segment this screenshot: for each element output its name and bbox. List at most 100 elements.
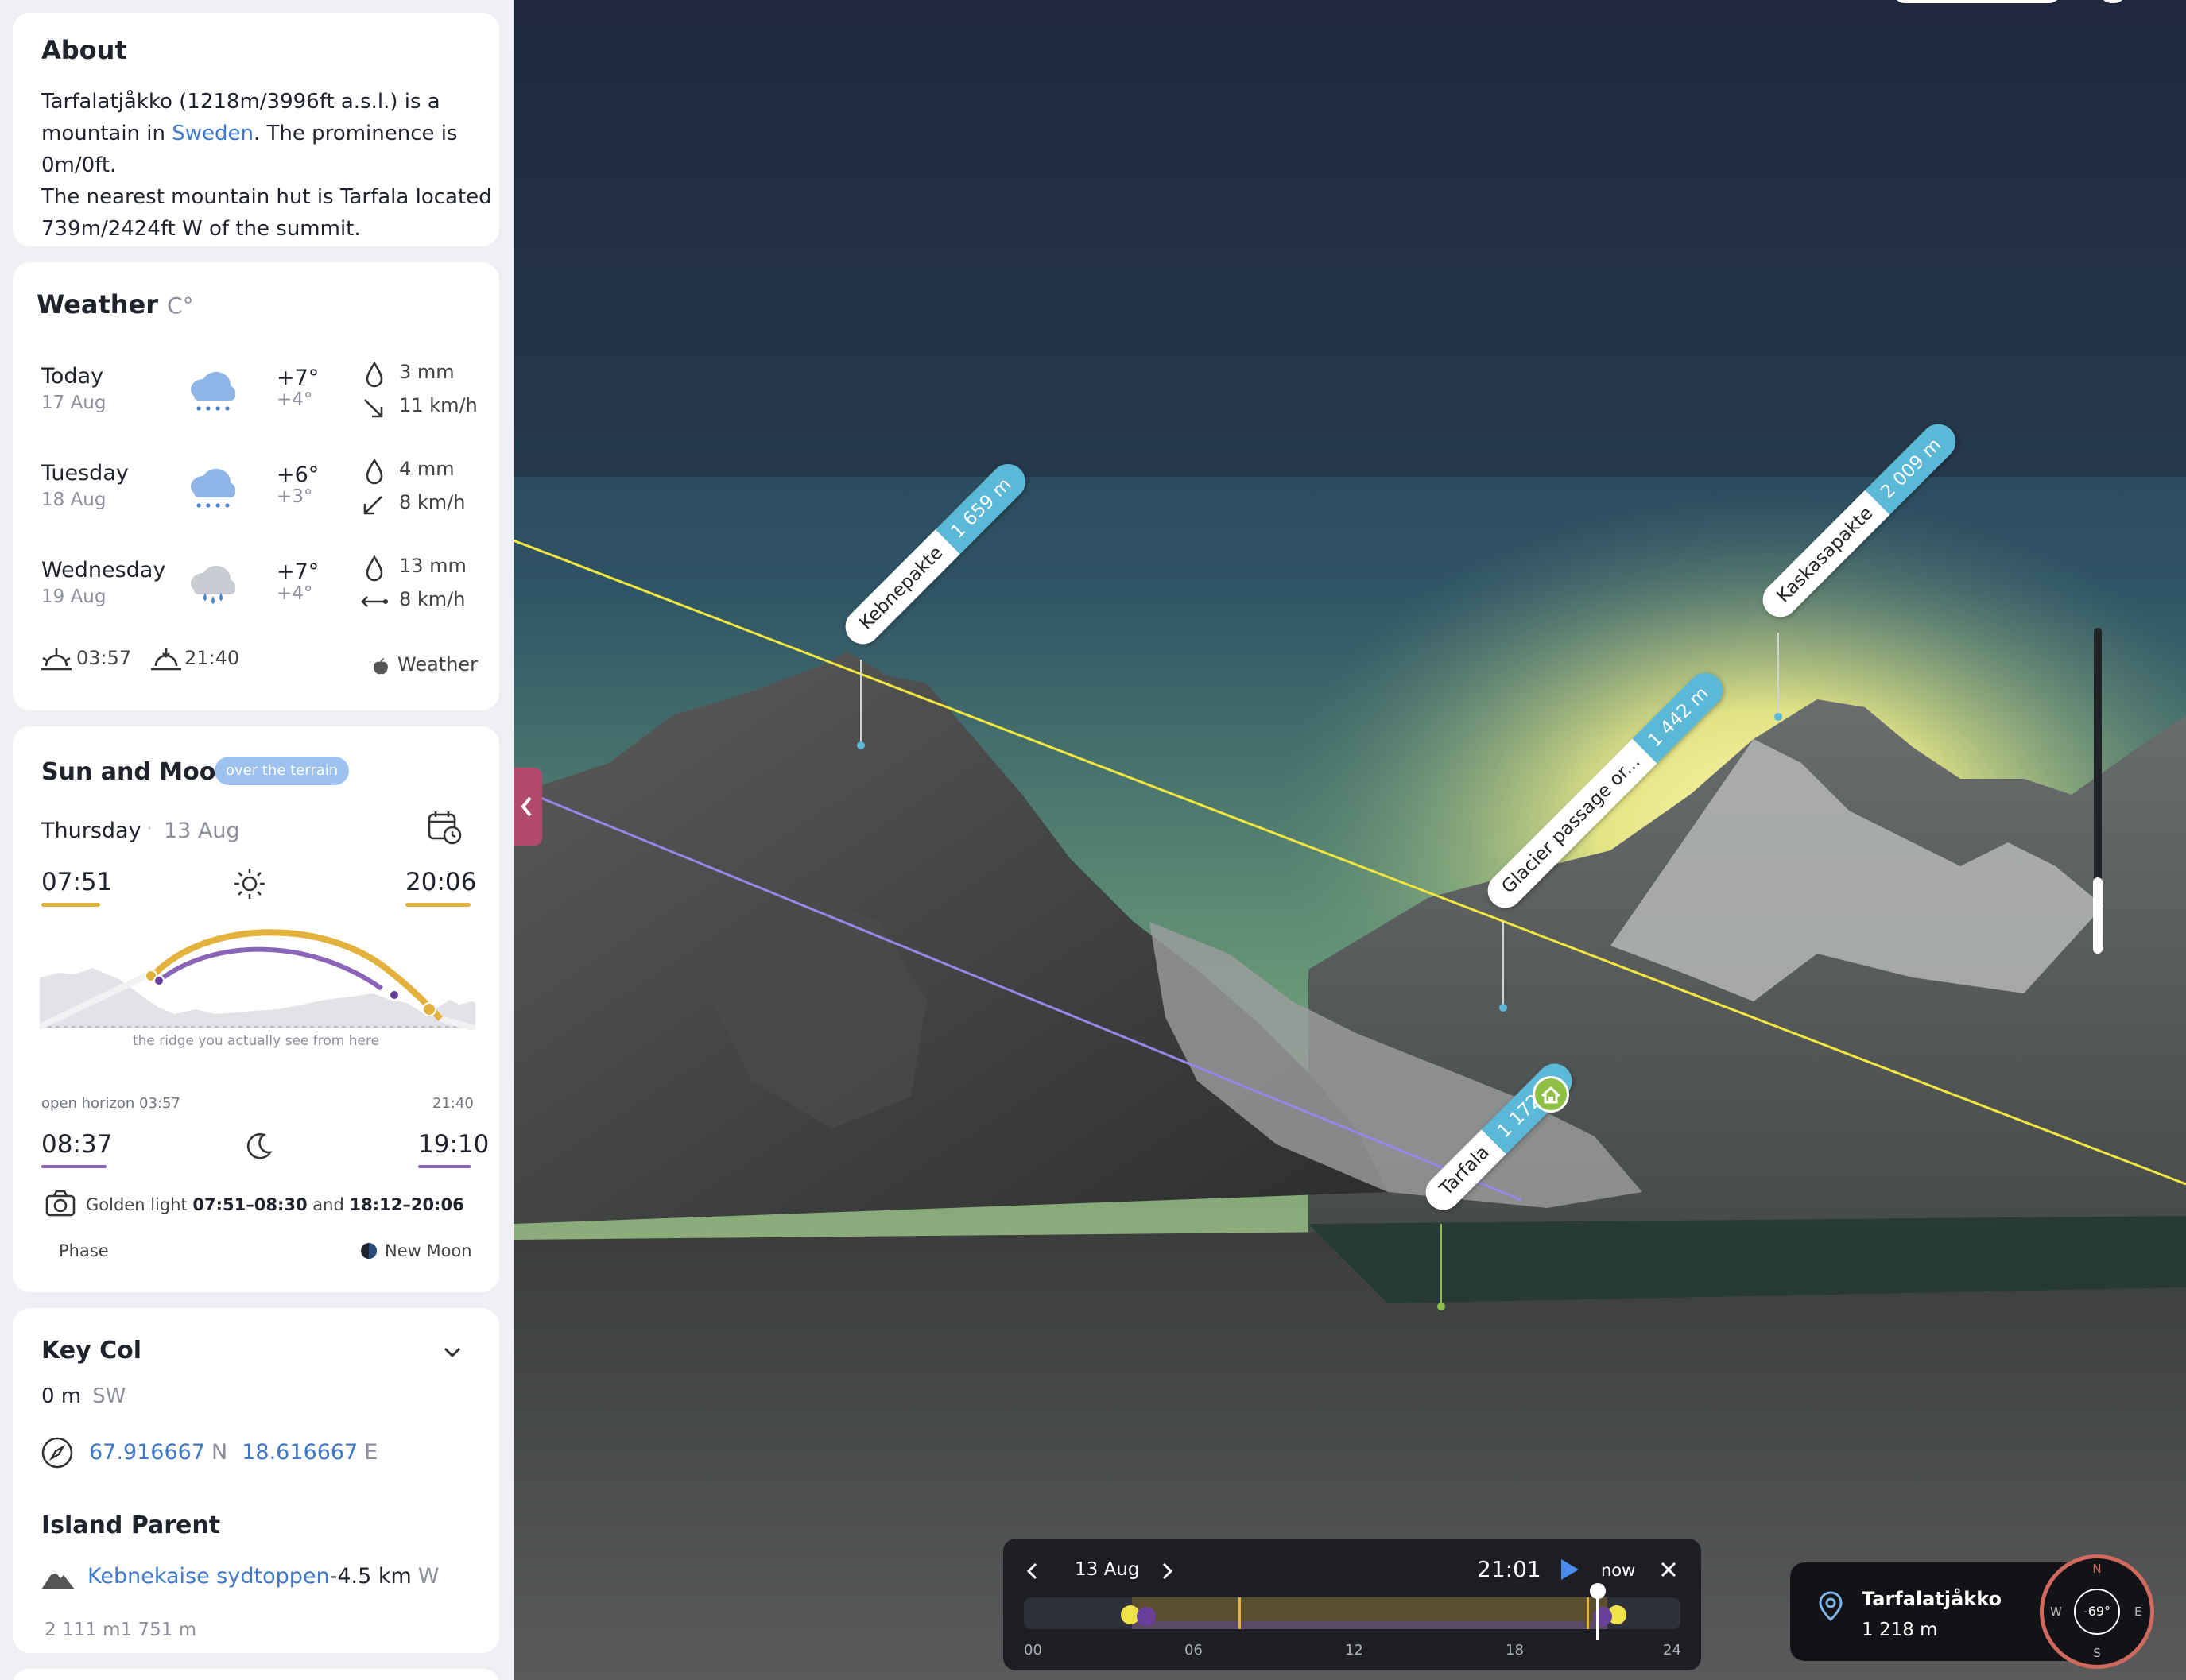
temp-high: +6° [277,463,320,487]
terrain-badge[interactable]: over the terrain [215,757,350,785]
golden-light-text: Golden light 07:51–08:30 and 18:12–20:06 [86,1195,464,1214]
moonset-underline [418,1165,471,1168]
latitude-link[interactable]: 67.916667 [89,1440,205,1465]
key-col-title: Key Col [41,1337,141,1365]
terrain-3d-view[interactable]: Kebnepakte 1 659 m Kaskasapakte 2 009 m … [514,0,2186,1680]
about-line: The nearest mountain hut is Tarfala loca… [41,185,492,209]
tick-00: 00 [1024,1642,1042,1659]
key-col-elevation: 0 m SW [41,1384,126,1408]
temp-high: +7° [277,559,320,584]
compass-heading: -69° [2074,1589,2120,1635]
chevron-left-icon [521,796,532,817]
temp-low: +4° [277,583,313,604]
open-horizon-start: open horizon 03:57 [41,1095,180,1112]
moonrise-marker [153,975,165,986]
close-icon[interactable] [1658,1559,1679,1580]
sunrise-icon [41,648,72,671]
island-parent-title: Island Parent [41,1512,221,1539]
longitude-link[interactable]: 18.616667 [242,1440,358,1465]
time-cursor-handle[interactable] [1590,1583,1606,1599]
sunset-tick [1587,1597,1589,1629]
parent-peak-link[interactable]: Kebnekaise sydtoppen [87,1564,330,1589]
chevron-down-icon[interactable] [440,1341,464,1362]
collapse-sidebar-button[interactable] [514,768,542,846]
temp-low: +4° [277,389,313,410]
moonrise-bar-icon [1137,1607,1156,1626]
compass-icon [41,1437,73,1469]
key-col-card: Key Col 0 m SW 67.916667 N 18.616667 E Islan… [13,1308,499,1653]
altitude-slider-handle[interactable] [2093,877,2103,954]
unit-toggle[interactable]: C° [167,292,194,319]
tick-18: 18 [1506,1642,1524,1659]
about-text: Tarfalatjåkko (1218m/3996ft a.s.l.) is a… [41,86,494,245]
prev-day-chevron-icon[interactable] [1024,1561,1041,1581]
island-parent-row: Kebnekaise sydtoppen-4.5 km W [87,1564,440,1589]
weather-source-link[interactable]: Weather [397,653,478,675]
rain-amount: 13 mm [399,555,467,577]
wind-speed: 11 km/h [399,394,478,416]
top-control-button[interactable] [1892,0,2062,3]
raindrop-icon [366,555,383,582]
peak-name: Tarfalatjåkko [1862,1588,2002,1610]
hut-icon[interactable] [1533,1076,1569,1113]
moonrise-time: 08:37 [41,1130,113,1159]
parent-stats: 2 111 m1 751 m [45,1620,197,1640]
wind-speed: 8 km/h [399,491,466,513]
weather-date: 17 Aug [41,393,107,413]
weather-day-row: Today 17 Aug +7° +4° 3 mm 11 km/h [41,361,486,424]
rain-amount: 4 mm [399,458,455,480]
compass-n: N [2092,1562,2102,1576]
terrain-render [514,0,2186,1680]
timeline-time: 21:01 [1477,1556,1541,1582]
sunrise-underline [41,903,100,907]
rain-cloud-icon [191,469,235,508]
play-icon[interactable] [1556,1556,1582,1583]
sidebar: About Tarfalatjåkko (1218m/3996ft a.s.l.… [0,0,514,1680]
raindrop-icon [366,361,383,388]
sunrise-terrain: 07:51 [41,868,113,896]
weather-day: Wednesday [41,558,166,583]
weather-header: Weather C° [37,289,194,319]
peak-marker-kaskasapakte[interactable] [1774,713,1782,721]
weather-day: Today [41,364,104,389]
next-day-chevron-icon[interactable] [1159,1561,1176,1581]
sunset-time: 21:40 [184,647,240,669]
weather-card: Weather C° Today 17 Aug +7° +4° 3 mm 11 … [13,262,499,710]
about-line: 739m/2424ft W of the summit. [41,217,361,241]
tick-06: 06 [1184,1642,1203,1659]
sun-moon-title: Sun and Moon [41,758,233,786]
apple-icon [372,658,388,675]
weather-date: 18 Aug [41,490,107,510]
selected-date: 13 Aug [164,819,240,843]
compass-s: S [2093,1646,2101,1660]
wind-arrow-horizontal-icon [361,596,388,607]
sun-icon [234,869,265,899]
moonset-marker [389,989,400,1001]
sun-moon-card: Sun and Moon over the terrain Thursday ·… [13,726,499,1292]
next-card [13,1669,499,1680]
compass-e: E [2134,1605,2142,1619]
phase-label: Phase [59,1241,109,1260]
about-line: mountain in Sweden. The prominence is [41,122,458,145]
camera-icon [45,1190,76,1217]
country-link[interactable]: Sweden [172,122,254,145]
peak-marker-kebnepakte[interactable] [857,741,865,749]
rain-grey-cloud-icon [191,566,235,604]
sunrise-time: 03:57 [76,647,132,669]
raindrop-icon [366,458,383,485]
about-line: Tarfalatjåkko (1218m/3996ft a.s.l.) is a [41,90,440,114]
peak-elevation: 1 218 m [1862,1620,1938,1640]
about-title: About [41,35,127,65]
phase-value: New Moon [385,1241,472,1260]
time-control-panel: 13 Aug 21:01 now 00 06 12 18 24 [1003,1539,1701,1670]
calendar-clock-icon[interactable] [426,809,463,846]
compass-widget[interactable]: N S W E -69° [2040,1554,2154,1669]
hut-marker-tarfala[interactable] [1437,1303,1445,1310]
weather-date: 19 Aug [41,586,107,607]
sunset-underline [405,903,471,907]
compass-w: W [2050,1605,2062,1619]
peak-marker-glacier-passage[interactable] [1499,1004,1507,1012]
now-button[interactable]: now [1601,1561,1635,1580]
temp-low: +3° [277,486,313,507]
selected-day: Thursday [41,819,141,843]
